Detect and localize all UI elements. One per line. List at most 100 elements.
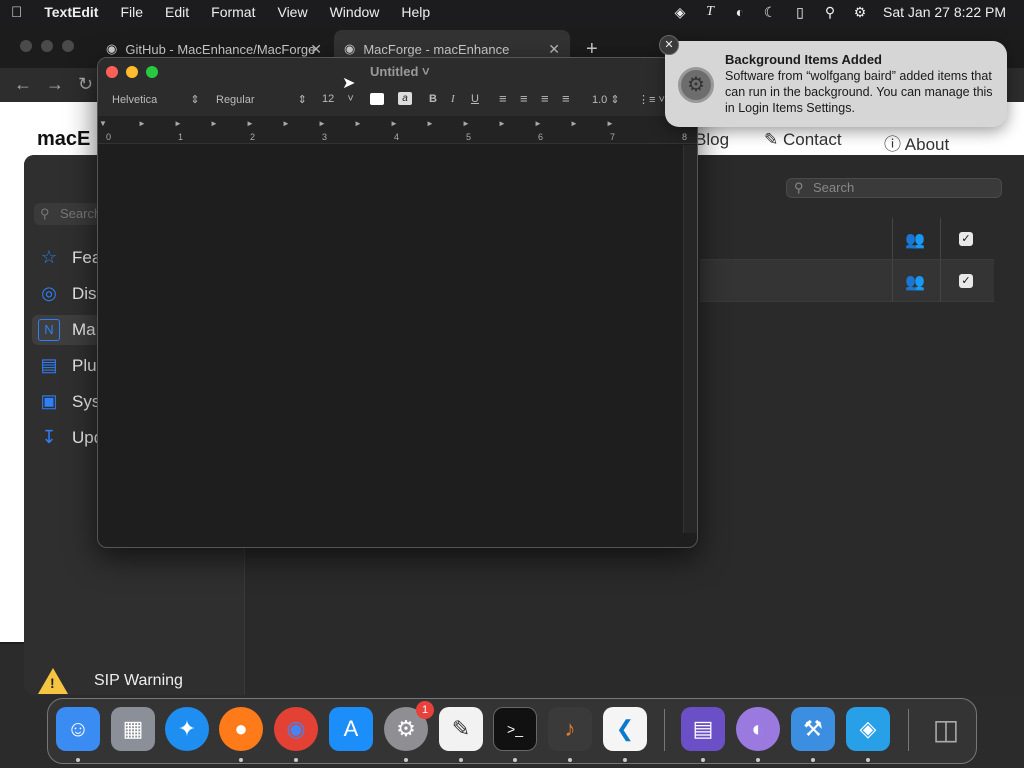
browser-minimize-button[interactable] [41,40,53,52]
macforge-search-field[interactable]: ⚲ Search [786,178,1002,198]
align-center-icon[interactable]: ≡ [520,92,528,105]
sidebar-item-updates[interactable]: ↧ Upd [38,424,103,452]
tab-stop-icon[interactable]: ► [282,119,290,128]
macforge-status-icon[interactable]: ◈ [665,4,695,21]
close-tab-icon[interactable]: ✕ [548,41,560,58]
dock-tailscale[interactable]: ◈ [846,707,890,751]
highlight-color-icon[interactable]: a [398,92,412,105]
site-logo[interactable]: macE [37,128,90,151]
sidebar-item-featured[interactable]: ☆ Fea [38,244,101,272]
ruler-number: 5 [466,132,472,142]
nav-blog-link[interactable]: Blog [695,130,729,150]
dock-vscode[interactable]: ❮ [603,707,647,751]
ruler[interactable]: ▼ ► ► ► ► ► ► ► ► ► ► ► ► ► ► 0 1 2 3 4 … [98,116,697,144]
clock[interactable]: Sat Jan 27 8:22 PM [875,4,1024,20]
document-text-area[interactable] [98,145,683,533]
dock-trash[interactable]: ◫ [924,707,968,751]
text-color-well[interactable] [370,93,384,105]
plugin-row[interactable]: 👥 ✓ [700,218,994,260]
browser-close-button[interactable] [20,40,32,52]
search-icon: ⚲ [40,206,50,221]
document-title[interactable]: Untitled ˅ [370,64,430,79]
zoom-button[interactable] [146,66,158,78]
tab-stop-icon[interactable]: ► [606,119,614,128]
menu-view[interactable]: View [266,4,318,20]
bold-button[interactable]: B [429,93,437,105]
sidebar-item-plugins[interactable]: ▤ Plu [38,352,96,380]
notification-banner[interactable]: ✕ ⚙ Background Items Added Software from… [659,35,1007,127]
dock-system-settings[interactable]: ⚙ 1 [384,701,434,751]
menu-file[interactable]: File [109,4,154,20]
tab-stop-icon[interactable]: ► [174,119,182,128]
align-left-icon[interactable]: ≡ [499,92,507,105]
line-spacing-select[interactable]: 1.0 ⇕ [592,93,620,106]
minimize-button[interactable] [126,66,138,78]
tab-stop-icon[interactable]: ► [390,119,398,128]
italic-button[interactable]: I [451,93,455,105]
app-store-icon: A [343,716,359,741]
apple-menu-icon[interactable]:  [0,4,33,21]
dock-chrome[interactable]: ◉ [274,707,318,751]
dock-macforge[interactable]: ◐ [736,707,780,751]
list-style-icon[interactable]: ⋮≡ ˅ [638,93,665,106]
plugin-row[interactable]: 👥 ✓ [700,260,994,302]
tab-stop-icon[interactable]: ► [426,119,434,128]
dock-xcode[interactable]: ⚒ [791,707,835,751]
forward-icon[interactable]: → [46,74,64,95]
nav-about-link[interactable]: ⓘ About [884,130,949,155]
browser-zoom-button[interactable] [62,40,74,52]
indent-marker-icon[interactable]: ▼ [99,119,107,128]
moon-icon[interactable]: ☾ [755,4,785,21]
dock-textedit[interactable]: ✎ [439,707,483,751]
typeface-status-icon[interactable]: T [695,4,725,20]
tab-stop-icon[interactable]: ► [498,119,506,128]
tab-stop-icon[interactable]: ► [462,119,470,128]
user-icon[interactable]: 👥 [905,230,925,250]
control-center-icon[interactable]: ⚙ [845,4,875,21]
dock-finder[interactable]: ☺ [56,707,100,751]
sip-warning-label[interactable]: SIP Warning [94,672,183,690]
font-size-field[interactable]: 12 ˅ [322,93,354,105]
dock-garageband[interactable]: ♪ [548,707,592,751]
tab-stop-icon[interactable]: ► [246,119,254,128]
tab-stop-icon[interactable]: ► [354,119,362,128]
back-icon[interactable]: ← [14,74,32,95]
dock-launchpad[interactable]: ▦ [111,707,155,751]
dock-terminal[interactable]: >_ [493,707,537,751]
tab-stop-icon[interactable]: ► [570,119,578,128]
dock-safari[interactable]: ✦ [165,707,209,751]
sidebar-item-discover[interactable]: ◎ Dis [38,280,96,308]
ring-status-icon[interactable]: ◐ [725,4,755,20]
menu-window[interactable]: Window [319,4,391,20]
font-family-select[interactable]: Helvetica ⇕ [112,93,200,106]
dock-app-store[interactable]: A [329,707,373,751]
plugin-enabled-checkbox[interactable]: ✓ [959,274,973,288]
close-tab-icon[interactable]: ✕ [310,41,322,58]
app-menu[interactable]: TextEdit [33,4,109,20]
underline-button[interactable]: U [471,93,479,105]
window-stack-icon[interactable]: ▯ [785,4,815,21]
font-style-select[interactable]: Regular ⇕ [216,93,307,106]
close-notification-icon[interactable]: ✕ [659,35,679,55]
align-right-icon[interactable]: ≡ [541,92,549,105]
plugin-enabled-checkbox[interactable]: ✓ [959,232,973,246]
dock-disk-utility[interactable]: ▤ [681,707,725,751]
sidebar-item-system[interactable]: ▣ Sys [38,388,100,416]
tab-stop-icon[interactable]: ► [210,119,218,128]
menu-edit[interactable]: Edit [154,4,200,20]
nav-contact-link[interactable]: ✎ Contact [764,130,842,150]
search-icon[interactable]: ⚲ [815,4,845,21]
tab-stop-icon[interactable]: ► [138,119,146,128]
tab-stop-icon[interactable]: ► [318,119,326,128]
mouse-pointer-icon: ➤ [342,75,356,92]
tab-stop-icon[interactable]: ► [534,119,542,128]
dock-firefox[interactable]: ● [219,707,263,751]
user-icon[interactable]: 👥 [905,272,925,292]
edit-icon: ✎ [764,130,779,149]
menu-help[interactable]: Help [390,4,441,20]
close-button[interactable] [106,66,118,78]
justify-icon[interactable]: ≡ [562,92,570,105]
menu-format[interactable]: Format [200,4,266,20]
vertical-scrollbar[interactable] [683,145,697,533]
reload-icon[interactable]: ↻ [78,74,93,95]
